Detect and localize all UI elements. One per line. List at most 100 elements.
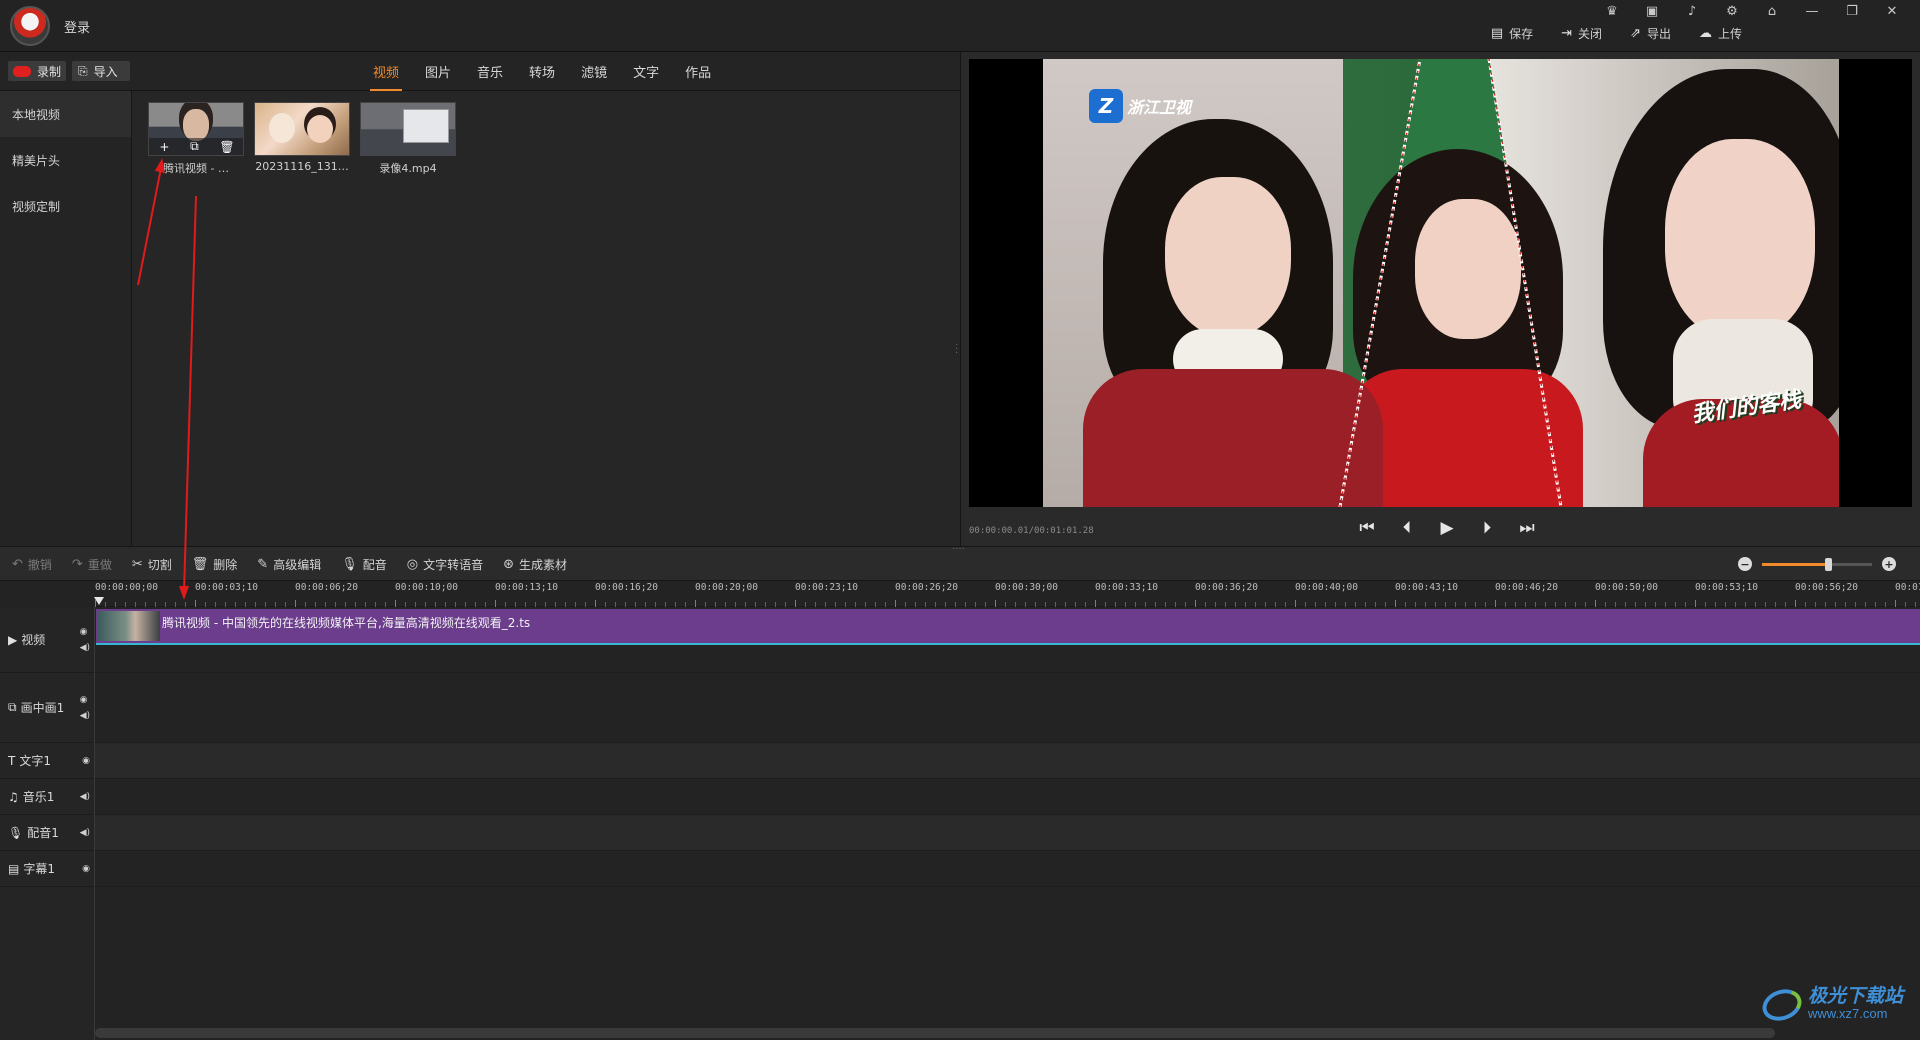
sidebar-item-local-video[interactable]: 本地视频 — [0, 91, 131, 137]
generate-asset-button[interactable]: ⊛ 生成素材 — [503, 547, 567, 582]
close-project-button[interactable]: ⇥ 关闭 — [1561, 25, 1602, 42]
track-header-voice[interactable]: 🎙 配音1 ◀) — [0, 815, 94, 851]
gear-icon[interactable]: ⚙ — [1712, 2, 1752, 20]
speaker-icon[interactable]: ◀) — [80, 711, 90, 721]
preview-screen[interactable]: Z 浙江卫视 我们的客栈 — [969, 59, 1912, 507]
crown-icon[interactable]: ♛ — [1592, 2, 1632, 20]
video-icon[interactable]: ▣ — [1632, 2, 1672, 20]
close-icon[interactable]: ✕ — [1872, 2, 1912, 20]
media-item[interactable]: + ⧉ 🗑 腾讯视频 - … — [148, 102, 244, 176]
tab-music[interactable]: 音乐 — [464, 52, 516, 91]
eye-icon[interactable]: ◉ — [82, 864, 90, 874]
zoom-slider[interactable] — [1762, 557, 1872, 571]
voice-track-icon: 🎙 — [8, 825, 24, 840]
record-label: 录制 — [37, 64, 62, 79]
redo-icon: ↷ — [71, 557, 83, 572]
undo-button[interactable]: ↶ 撤销 — [12, 547, 52, 582]
bell-icon[interactable]: ♪ — [1672, 2, 1712, 20]
video-frame: Z 浙江卫视 我们的客栈 — [1043, 59, 1839, 507]
avatar[interactable] — [10, 6, 50, 46]
export-button[interactable]: ⇗ 导出 — [1630, 25, 1671, 42]
media-thumbnail[interactable] — [360, 102, 456, 156]
person-right — [1603, 69, 1839, 507]
upload-icon: ☁ — [1698, 26, 1712, 41]
tab-filter[interactable]: 滤镜 — [568, 52, 620, 91]
delete-button[interactable]: 🗑 删除 — [192, 547, 238, 582]
dubbing-button[interactable]: 🎙 配音 — [341, 547, 387, 582]
zoom-in-icon[interactable]: + — [1882, 557, 1896, 571]
login-link[interactable]: 登录 — [64, 17, 90, 36]
cut-button[interactable]: ✂ 切割 — [132, 547, 172, 582]
track-header-subtitle[interactable]: ▤ 字幕1 ◉ — [0, 851, 94, 887]
text-to-speech-button[interactable]: ◎ 文字转语音 — [407, 547, 483, 582]
redo-button[interactable]: ↷ 重做 — [72, 547, 112, 582]
eye-icon[interactable]: ◉ — [80, 695, 90, 705]
lane-subtitle[interactable] — [95, 851, 1920, 887]
eye-icon[interactable]: ◉ — [82, 756, 90, 766]
advanced-edit-button[interactable]: ✎ 高级编辑 — [257, 547, 321, 582]
tab-image[interactable]: 图片 — [412, 52, 464, 91]
dubbing-label: 配音 — [362, 558, 387, 572]
skip-end-icon[interactable]: ⏭ — [1515, 516, 1539, 540]
tab-text[interactable]: 文字 — [620, 52, 672, 91]
trash-icon: 🗑 — [191, 557, 209, 572]
ruler-label: 00:00:26;20 — [895, 582, 958, 593]
save-button[interactable]: ▤ 保存 — [1491, 25, 1533, 42]
ruler-major-tick — [795, 600, 796, 607]
timeline-ruler[interactable]: 00:00:00;00 00:00:03;10 00:00:06;20 00:00:1… — [95, 581, 1920, 607]
step-back-icon[interactable]: ⏴ — [1395, 516, 1419, 540]
eye-icon[interactable]: ◉ — [80, 627, 90, 637]
import-button[interactable]: ⎘ 导入 — [72, 61, 130, 81]
generate-asset-label: 生成素材 — [519, 558, 568, 572]
watermark-name: 极光下载站 — [1808, 985, 1904, 1007]
track-label: 画中画1 — [20, 701, 65, 715]
tab-video[interactable]: 视频 — [360, 52, 412, 91]
person-left — [1083, 119, 1383, 507]
media-thumbnail[interactable]: + ⧉ 🗑 — [148, 102, 244, 156]
save-label: 保存 — [1509, 27, 1534, 41]
ruler-major-tick — [1795, 600, 1796, 607]
sidebar-item-custom-video[interactable]: 视频定制 — [0, 183, 131, 229]
clip-label: 腾讯视频 - 中国领先的在线视频媒体平台,海量高清视频在线观看_2.ts — [162, 616, 531, 630]
lane-music[interactable] — [95, 779, 1920, 815]
splitter-handle[interactable]: ···· — [952, 544, 965, 555]
preview-timecode: 00:00:00.01/00:01:01.28 — [969, 526, 1094, 536]
speaker-icon[interactable]: ◀) — [80, 643, 90, 653]
play-icon[interactable]: ▶ — [1435, 516, 1459, 540]
minimize-icon[interactable]: — — [1792, 2, 1832, 20]
record-button[interactable]: 录制 — [8, 61, 66, 81]
save-icon: ▤ — [1490, 26, 1504, 41]
delete-icon[interactable]: 🗑 — [219, 140, 234, 154]
media-item[interactable]: 20231116_131… — [254, 102, 350, 176]
zoom-slider-knob[interactable] — [1825, 557, 1832, 571]
home-icon[interactable]: ⌂ — [1752, 2, 1792, 20]
scissors-icon: ✂ — [131, 557, 143, 572]
lane-voice[interactable] — [95, 815, 1920, 851]
lane-pip[interactable] — [95, 673, 1920, 743]
panel-resize-handle[interactable]: · · · — [955, 341, 958, 359]
music-track-icon: ♫ — [8, 789, 19, 804]
pip-icon[interactable]: ⧉ — [190, 139, 199, 154]
media-thumbnail[interactable] — [254, 102, 350, 156]
track-header-pip[interactable]: ⧉ 画中画1 ◉ ◀) — [0, 673, 94, 743]
video-clip[interactable]: 腾讯视频 - 中国领先的在线视频媒体平台,海量高清视频在线观看_2.ts — [96, 609, 1920, 645]
sidebar-item-intro[interactable]: 精美片头 — [0, 137, 131, 183]
timeline-scrollbar[interactable] — [95, 1028, 1775, 1038]
playhead[interactable] — [94, 597, 104, 605]
upload-button[interactable]: ☁ 上传 — [1699, 25, 1742, 42]
restore-icon[interactable]: ❐ — [1832, 2, 1872, 20]
speaker-icon[interactable]: ◀) — [80, 792, 90, 802]
tab-works[interactable]: 作品 — [672, 52, 724, 91]
media-item[interactable]: 录像4.mp4 — [360, 102, 456, 176]
zoom-out-icon[interactable]: − — [1738, 557, 1752, 571]
skip-start-icon[interactable]: ⏮ — [1355, 516, 1379, 540]
lane-video[interactable]: 腾讯视频 - 中国领先的在线视频媒体平台,海量高清视频在线观看_2.ts — [95, 607, 1920, 673]
tab-transition[interactable]: 转场 — [516, 52, 568, 91]
step-forward-icon[interactable]: ⏵ — [1475, 516, 1499, 540]
track-header-text[interactable]: T 文字1 ◉ — [0, 743, 94, 779]
add-icon[interactable]: + — [159, 140, 169, 154]
track-header-video[interactable]: ▶ 视频 ◉ ◀) — [0, 607, 94, 673]
speaker-icon[interactable]: ◀) — [80, 828, 90, 838]
track-header-music[interactable]: ♫ 音乐1 ◀) — [0, 779, 94, 815]
lane-text[interactable] — [95, 743, 1920, 779]
